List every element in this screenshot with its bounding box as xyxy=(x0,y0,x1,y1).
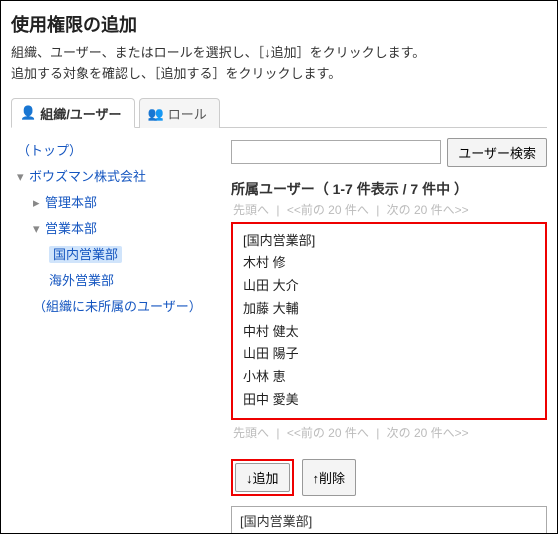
tree-company[interactable]: ボウズマン株式会社 xyxy=(29,169,146,184)
user-list[interactable]: [国内営業部] 木村 修 山田 大介 加藤 大輔 中村 健太 山田 陽子 小林 … xyxy=(231,222,547,420)
pager-bottom: 先頭へ | <<前の 20 件へ | 次の 20 件へ>> xyxy=(231,424,547,441)
tree-dept-sales[interactable]: 営業本部 xyxy=(45,221,97,236)
pager-next[interactable]: 次の 20 件へ>> xyxy=(387,203,469,217)
pager-first[interactable]: 先頭へ xyxy=(233,426,269,440)
selected-item[interactable]: [国内営業部] xyxy=(240,514,312,529)
list-item[interactable]: 加藤 大輔 xyxy=(243,298,535,321)
action-row: ↓追加 ↑削除 xyxy=(231,459,547,496)
pager-top: 先頭へ | <<前の 20 件へ | 次の 20 件へ>> xyxy=(231,201,547,218)
list-item[interactable]: 小林 恵 xyxy=(243,366,535,389)
user-pane: ユーザー検索 所属ユーザー（ 1-7 件表示 / 7 件中 ） 先頭へ | <<… xyxy=(231,138,547,534)
pager-prev[interactable]: <<前の 20 件へ xyxy=(287,426,369,440)
list-item[interactable]: 山田 陽子 xyxy=(243,343,535,366)
chevron-right-icon[interactable]: ▸ xyxy=(33,190,45,216)
page-title: 使用権限の追加 xyxy=(11,11,547,37)
user-icon: 👤 xyxy=(20,105,36,121)
chevron-down-icon[interactable]: ▾ xyxy=(17,164,29,190)
tab-bar: 👤 組織/ユーザー 👥 ロール xyxy=(11,97,547,128)
dialog-frame: 使用権限の追加 組織、ユーザー、またはロールを選択し、［↓追加］をクリックします… xyxy=(0,0,558,534)
tree-no-org[interactable]: （組織に未所属のユーザー） xyxy=(33,299,202,314)
org-tree: （トップ） ▾ボウズマン株式会社 ▸管理本部 ▾営業本部 国内営業部 海外営業部… xyxy=(11,138,221,320)
list-item[interactable]: 田中 愛美 xyxy=(243,389,535,412)
tab-role-label: ロール xyxy=(168,104,207,123)
tab-role[interactable]: 👥 ロール xyxy=(139,98,220,128)
list-item[interactable]: 山田 大介 xyxy=(243,275,535,298)
user-search-button[interactable]: ユーザー検索 xyxy=(447,138,547,167)
desc-line-1: 組織、ユーザー、またはロールを選択し、［↓追加］をクリックします。 xyxy=(11,45,425,60)
pager-first[interactable]: 先頭へ xyxy=(233,203,269,217)
tree-dept-admin[interactable]: 管理本部 xyxy=(45,195,97,210)
page-description: 組織、ユーザー、またはロールを選択し、［↓追加］をクリックします。 追加する対象… xyxy=(11,43,547,85)
pager-next[interactable]: 次の 20 件へ>> xyxy=(387,426,469,440)
tree-dept-domestic[interactable]: 国内営業部 xyxy=(49,246,122,263)
user-section-title: 所属ユーザー（ 1-7 件表示 / 7 件中 ） xyxy=(231,179,547,199)
tree-top[interactable]: （トップ） xyxy=(17,143,82,158)
tab-org-user[interactable]: 👤 組織/ユーザー xyxy=(11,98,135,128)
desc-line-2: 追加する対象を確認し、［追加する］をクリックします。 xyxy=(11,66,341,81)
selected-list[interactable]: [国内営業部] xyxy=(231,506,547,534)
search-input[interactable] xyxy=(231,140,441,164)
add-button[interactable]: ↓追加 xyxy=(235,463,290,492)
pager-prev[interactable]: <<前の 20 件へ xyxy=(287,203,369,217)
add-highlight: ↓追加 xyxy=(231,459,294,496)
chevron-down-icon[interactable]: ▾ xyxy=(33,216,45,242)
list-item[interactable]: 中村 健太 xyxy=(243,321,535,344)
tab-org-user-label: 組織/ユーザー xyxy=(40,104,121,123)
list-item[interactable]: 木村 修 xyxy=(243,252,535,275)
list-item[interactable]: [国内営業部] xyxy=(243,230,535,253)
remove-button[interactable]: ↑削除 xyxy=(302,459,357,496)
tree-dept-overseas[interactable]: 海外営業部 xyxy=(49,273,114,288)
org-tree-pane: （トップ） ▾ボウズマン株式会社 ▸管理本部 ▾営業本部 国内営業部 海外営業部… xyxy=(11,138,221,534)
people-icon: 👥 xyxy=(148,106,164,122)
